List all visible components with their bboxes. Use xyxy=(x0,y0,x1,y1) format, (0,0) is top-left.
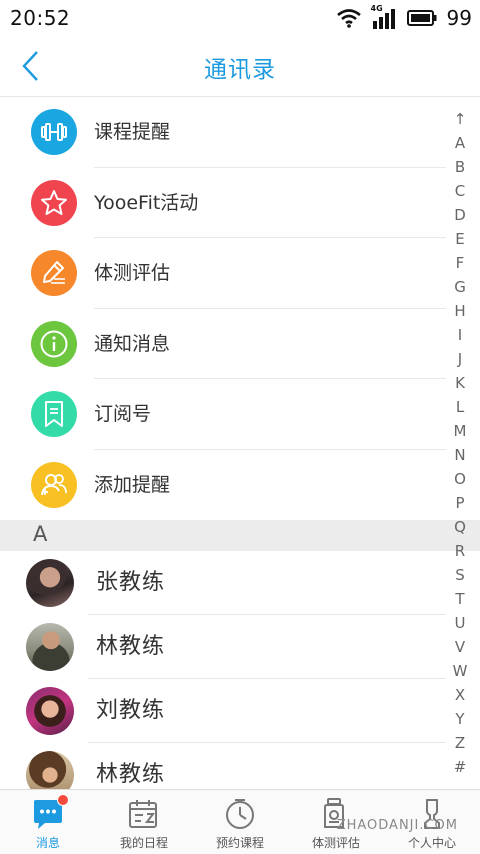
contact-name: 张教练 xyxy=(96,570,166,595)
index-letter[interactable]: F xyxy=(456,251,465,275)
icon-circle xyxy=(31,250,77,296)
tab-book-course[interactable]: 预约课程 xyxy=(192,790,288,854)
avatar xyxy=(26,751,74,789)
index-letter[interactable]: R xyxy=(455,539,465,563)
star-icon xyxy=(41,189,67,215)
tab-label: 预约课程 xyxy=(215,836,264,850)
notification-badge xyxy=(57,794,69,806)
index-letter[interactable]: V xyxy=(455,635,465,659)
wifi-icon xyxy=(336,9,361,28)
contact-row[interactable]: 林教练 xyxy=(0,615,480,679)
contact-row[interactable]: 张教练 xyxy=(0,551,480,615)
index-letter[interactable]: # xyxy=(454,755,467,779)
alphabet-index[interactable]: ↑ A B C D E F G H I J K L M N O P Q R S … xyxy=(450,107,470,779)
index-letter[interactable]: Q xyxy=(454,515,466,539)
index-letter[interactable]: M xyxy=(454,419,467,443)
list-item-label: 通知消息 xyxy=(94,332,171,355)
contact-name: 刘教练 xyxy=(96,698,166,723)
index-letter[interactable]: D xyxy=(454,203,466,227)
index-letter[interactable]: C xyxy=(455,179,465,203)
watermark: ZHAODANJI.COM xyxy=(336,818,458,833)
icon-circle xyxy=(31,391,77,437)
list-item-add-reminder[interactable]: 添加提醒 xyxy=(0,450,480,521)
avatar xyxy=(26,687,74,735)
index-letter[interactable]: A xyxy=(455,131,465,155)
battery-icon xyxy=(406,10,437,26)
list-item-yooefit-activity[interactable]: YooeFit活动 xyxy=(0,168,480,238)
tab-label: 我的日程 xyxy=(119,836,168,850)
index-letter[interactable]: N xyxy=(454,443,465,467)
list-item-label: 课程提醒 xyxy=(94,121,171,143)
clock-icon xyxy=(226,799,254,829)
index-letter[interactable]: ↑ xyxy=(454,107,467,131)
icon-circle xyxy=(31,461,77,508)
tab-label: 消息 xyxy=(35,836,60,850)
page-title: 通讯录 xyxy=(204,57,276,83)
status-bar: 20:52 4G 99 xyxy=(0,0,480,36)
index-letter[interactable]: U xyxy=(455,611,466,635)
icon-circle xyxy=(31,179,77,226)
list-item-label: YooeFit活动 xyxy=(94,191,199,214)
pencil-note-icon xyxy=(43,261,65,284)
avatar xyxy=(26,559,74,607)
index-letter[interactable]: Z xyxy=(455,731,465,755)
tab-my-schedule[interactable]: 我的日程 xyxy=(96,790,192,854)
index-letter[interactable]: J xyxy=(458,347,462,371)
list-item-label: 添加提醒 xyxy=(94,473,171,496)
contact-name: 林教练 xyxy=(96,634,166,659)
index-letter[interactable]: X xyxy=(455,683,465,707)
contact-row[interactable]: 刘教练 xyxy=(0,679,480,743)
dumbbell-icon xyxy=(41,123,67,141)
info-icon xyxy=(40,330,68,357)
section-header: A xyxy=(0,520,480,551)
index-letter[interactable]: W xyxy=(453,659,468,683)
tab-messages[interactable]: 消息 xyxy=(0,790,96,854)
list-item-subscriptions[interactable]: 订阅号 xyxy=(0,379,480,450)
status-icons: 4G 99 xyxy=(336,4,472,30)
list-item-notifications[interactable]: 通知消息 xyxy=(0,309,480,379)
list-item-body-assessment[interactable]: 体测评估 xyxy=(0,238,480,309)
index-letter[interactable]: P xyxy=(455,491,464,515)
tab-icon-wrap xyxy=(31,794,69,831)
contact-list: 课程提醒 YooeFit活动 体测评估 通知消息 订阅号 添加提醒 A 张教练 … xyxy=(0,97,480,789)
index-letter[interactable]: S xyxy=(455,563,465,587)
index-letter[interactable]: L xyxy=(456,395,464,419)
calendar-icon xyxy=(129,800,157,828)
battery-level: 99 xyxy=(446,6,472,30)
tab-label: 体测评估 xyxy=(311,836,360,850)
index-letter[interactable]: E xyxy=(455,227,464,251)
list-item-label: 订阅号 xyxy=(94,403,152,425)
tab-bar: 消息 我的日程 预约课程 体测评估 个人中心 ZHAODANJI.COM xyxy=(0,789,480,854)
tab-label: 个人中心 xyxy=(407,836,456,850)
index-letter[interactable]: K xyxy=(455,371,465,395)
contact-name: 林教练 xyxy=(96,762,166,787)
index-letter[interactable]: B xyxy=(455,155,465,179)
icon-circle xyxy=(31,320,77,367)
index-letter[interactable]: Y xyxy=(455,707,464,731)
status-time: 20:52 xyxy=(10,6,71,30)
nav-bar: 通讯录 xyxy=(0,36,480,97)
index-letter[interactable]: G xyxy=(454,275,466,299)
section-letter: A xyxy=(33,522,48,546)
index-letter[interactable]: T xyxy=(455,587,464,611)
bookmark-icon xyxy=(45,401,63,427)
signal-icon: 4G xyxy=(371,4,397,29)
index-letter[interactable]: H xyxy=(454,299,465,323)
list-item-course-reminder[interactable]: 课程提醒 xyxy=(0,97,480,168)
avatar xyxy=(26,623,74,671)
list-item-label: 体测评估 xyxy=(94,262,171,284)
add-contact-icon xyxy=(41,473,67,495)
index-letter[interactable]: O xyxy=(454,467,466,491)
icon-circle xyxy=(31,109,77,155)
contact-row[interactable]: 林教练 xyxy=(0,743,480,789)
index-letter[interactable]: I xyxy=(458,323,462,347)
